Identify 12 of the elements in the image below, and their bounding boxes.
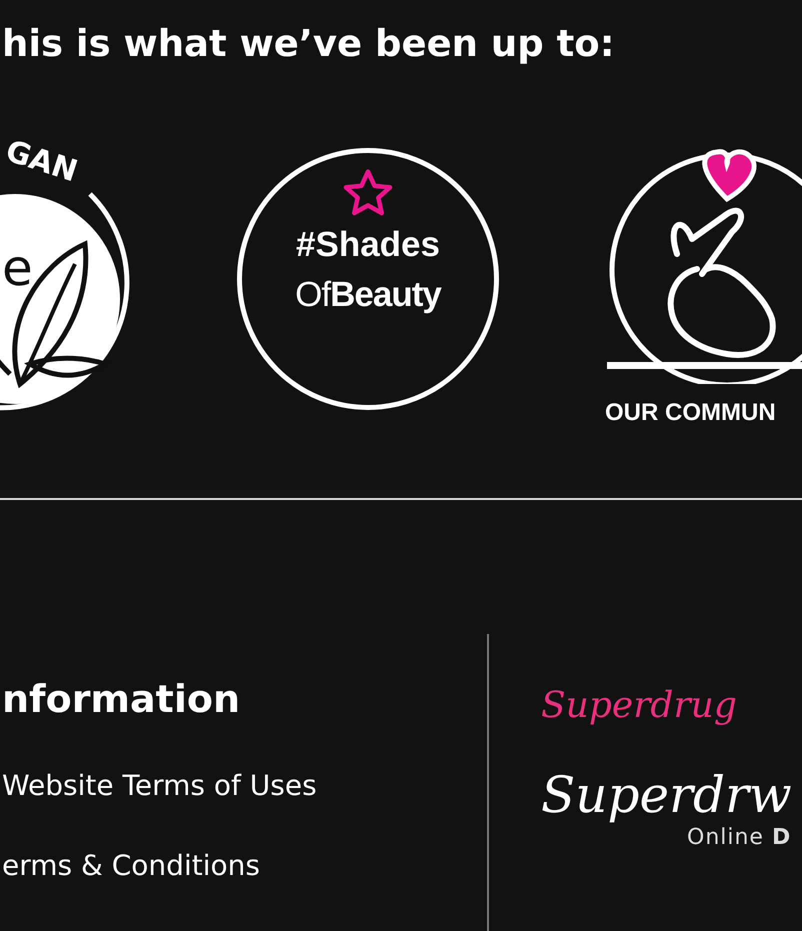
section-heading: his is what we’ve been up to: xyxy=(2,21,616,67)
logo-subtitle: Online D xyxy=(687,825,792,850)
badge-arc-text: GAN xyxy=(1,134,82,190)
badge-subtitle: OfBeauty xyxy=(295,275,441,315)
badge-caption: OUR COMMUN xyxy=(605,399,776,427)
badge-title: #Shades xyxy=(296,225,440,265)
footer-link[interactable]: erms & Conditions xyxy=(2,846,487,886)
logo-letter: e xyxy=(2,239,33,297)
brand-logo[interactable]: Superdrug xyxy=(541,684,792,728)
footer-link[interactable]: Website Terms of Uses xyxy=(2,766,487,806)
information-heading: nformation xyxy=(2,676,242,723)
brand-logo[interactable]: Superdrw xyxy=(541,765,792,826)
